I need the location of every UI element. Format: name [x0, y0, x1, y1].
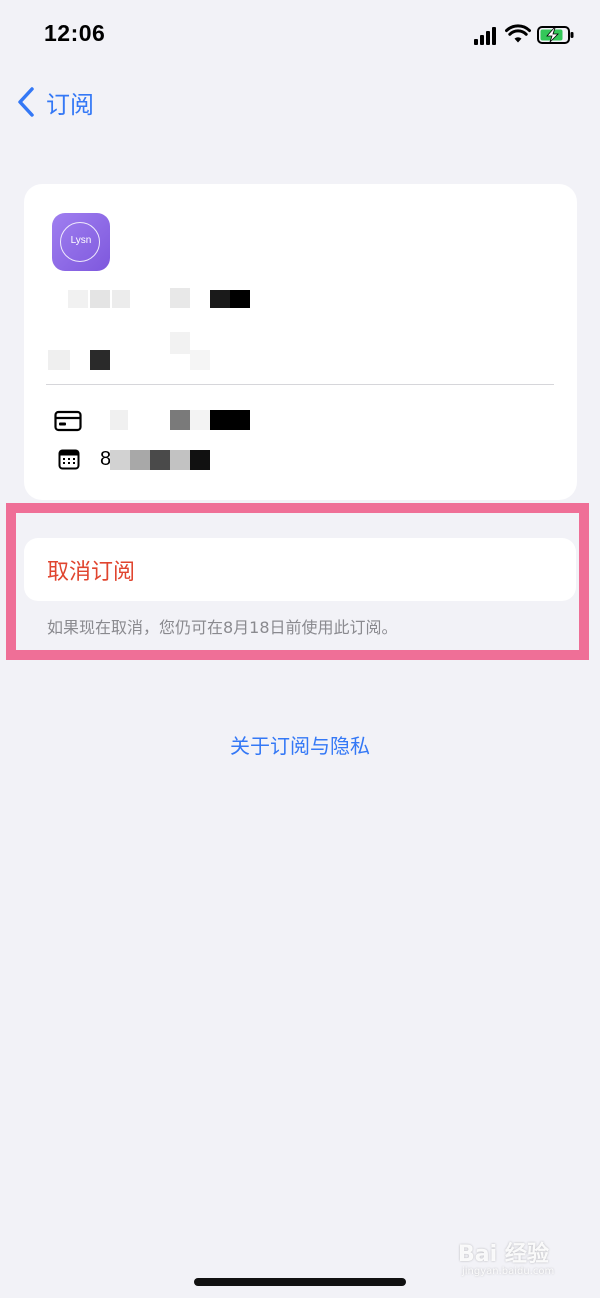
cancel-footnote: 如果现在取消，您仍可在8月18日前使用此订阅。	[47, 618, 398, 637]
back-label: 订阅	[46, 90, 94, 119]
battery-charging-icon	[537, 26, 574, 44]
subscription-privacy-link[interactable]: 关于订阅与隐私	[0, 730, 600, 759]
card-divider	[46, 384, 554, 385]
cellular-signal-icon	[474, 27, 498, 45]
back-button[interactable]: 订阅	[16, 84, 94, 120]
chevron-left-icon	[18, 87, 34, 117]
watermark-main-text: Bai 经验	[458, 1242, 549, 1267]
credit-card-icon	[54, 410, 82, 432]
status-bar: 12:06	[0, 0, 600, 70]
cancel-subscription-button[interactable]: 取消订阅	[24, 538, 576, 601]
status-time: 12:06	[44, 20, 106, 46]
app-icon: Lysn	[52, 213, 110, 271]
calendar-icon	[58, 449, 80, 470]
app-icon-text: Lysn	[70, 235, 92, 246]
watermark-sub-text: jingyan.baidu.com	[462, 1266, 555, 1277]
home-indicator[interactable]	[194, 1278, 406, 1286]
wifi-icon	[505, 24, 531, 43]
subscription-card: Lysn 8	[24, 184, 577, 500]
cancel-subscription-label: 取消订阅	[47, 560, 136, 585]
baidu-watermark: Bai 经验 jingyan.baidu.com	[458, 1236, 570, 1282]
